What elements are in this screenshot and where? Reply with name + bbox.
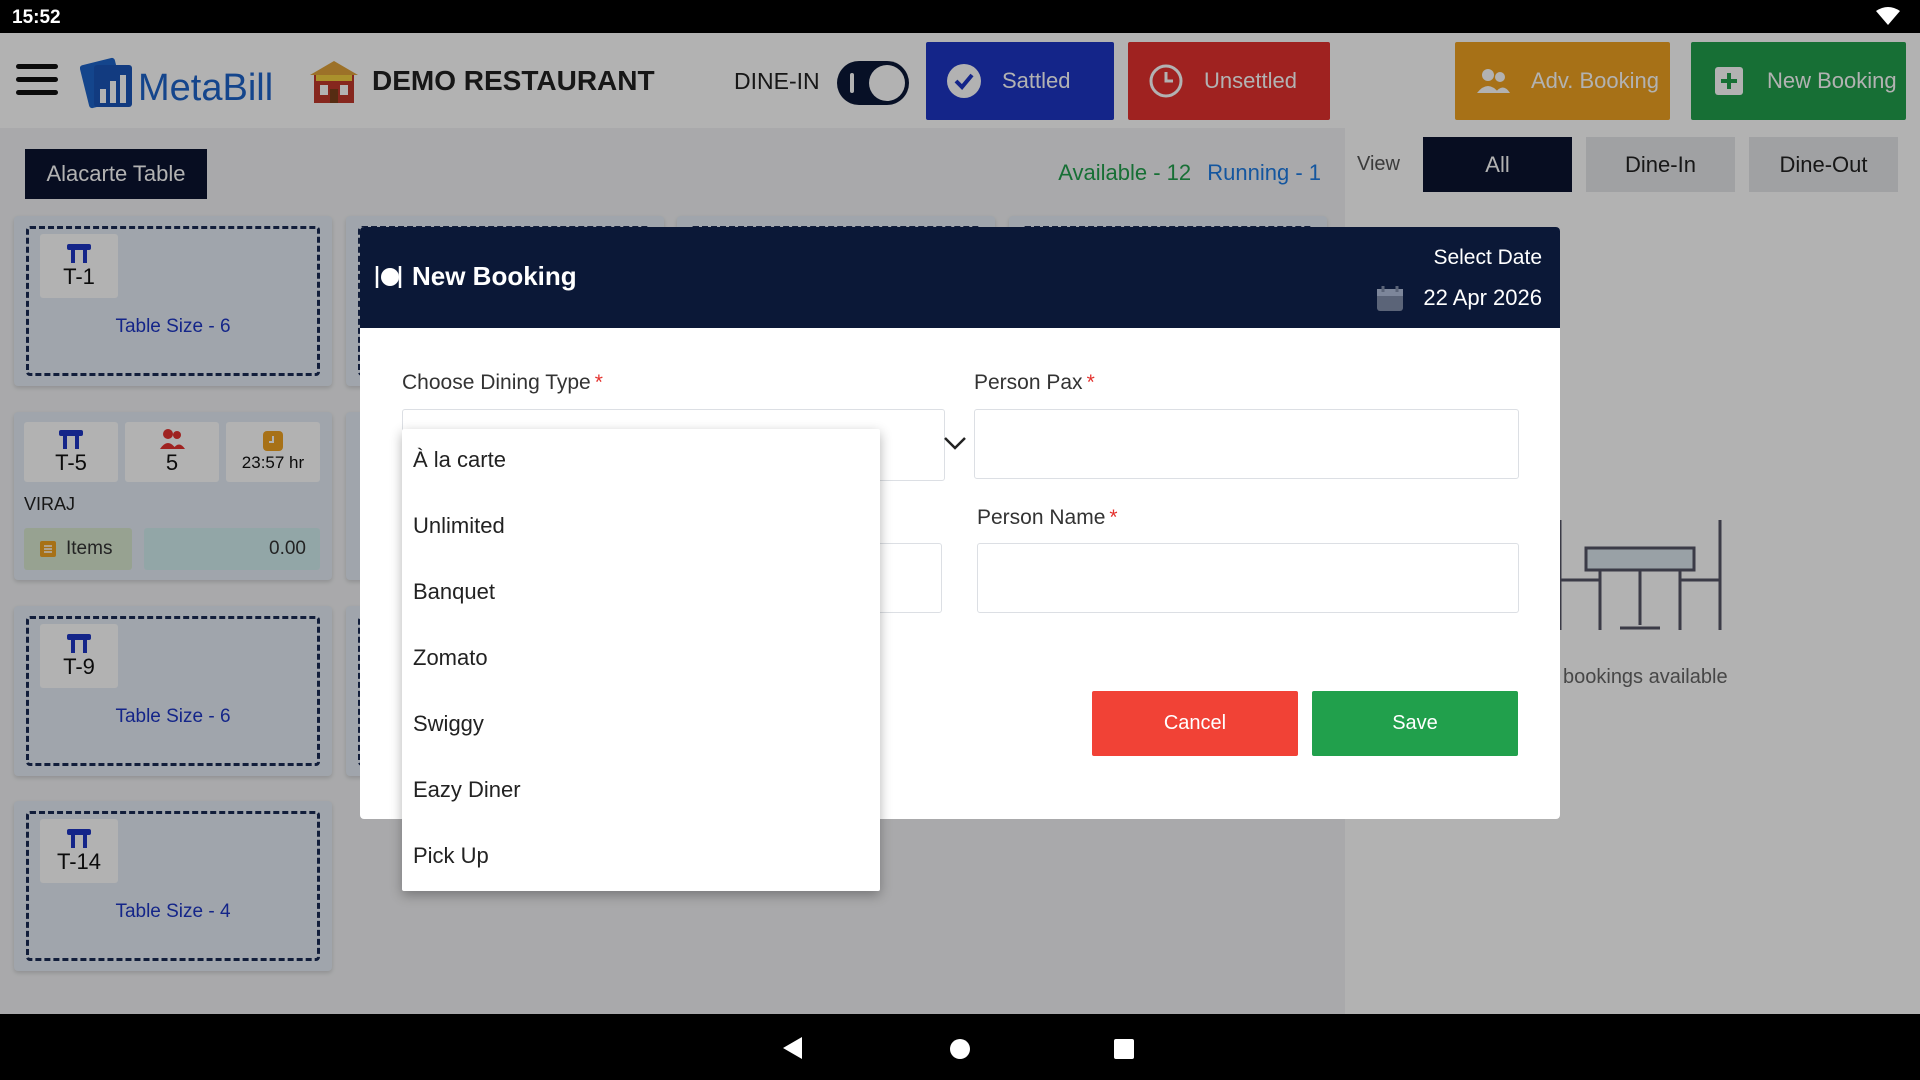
- dining-type-label: Choose Dining Type *: [402, 371, 603, 394]
- person-pax-input[interactable]: [974, 409, 1519, 479]
- recents-icon[interactable]: [1114, 1039, 1134, 1059]
- select-date-label: Select Date: [1433, 246, 1542, 269]
- person-name-input[interactable]: [977, 543, 1519, 613]
- selected-date[interactable]: 22 Apr 2026: [1423, 285, 1542, 311]
- dropdown-option[interactable]: Zomato: [413, 645, 488, 671]
- dropdown-option[interactable]: Unlimited: [413, 513, 505, 539]
- chevron-down-icon: [944, 437, 966, 450]
- status-bar: 15:52: [0, 0, 1920, 33]
- dropdown-option[interactable]: Banquet: [413, 579, 495, 605]
- system-nav-bar: [0, 1014, 1920, 1080]
- dining-plate-icon: [375, 266, 402, 288]
- save-button[interactable]: Save: [1312, 691, 1518, 756]
- home-icon[interactable]: [950, 1039, 970, 1059]
- dropdown-option[interactable]: Eazy Diner: [413, 777, 521, 803]
- status-time: 15:52: [12, 7, 61, 28]
- dropdown-option[interactable]: Swiggy: [413, 711, 484, 737]
- modal-header: New Booking Select Date 22 Apr 2026: [360, 227, 1560, 328]
- app-screen: 15:52 MetaBill DEMO RESTAURANT DINE-IN S…: [0, 0, 1920, 1080]
- back-icon[interactable]: [783, 1037, 802, 1059]
- modal-title: New Booking: [412, 261, 577, 291]
- dropdown-option[interactable]: À la carte: [413, 447, 506, 473]
- dining-type-dropdown: À la carte Unlimited Banquet Zomato Swig…: [402, 429, 880, 891]
- wifi-icon: [1876, 7, 1900, 25]
- person-name-label: Person Name *: [977, 506, 1118, 529]
- cancel-button[interactable]: Cancel: [1092, 691, 1298, 756]
- person-pax-label: Person Pax *: [974, 371, 1095, 394]
- dropdown-option[interactable]: Pick Up: [413, 843, 489, 869]
- calendar-icon[interactable]: [1376, 284, 1404, 312]
